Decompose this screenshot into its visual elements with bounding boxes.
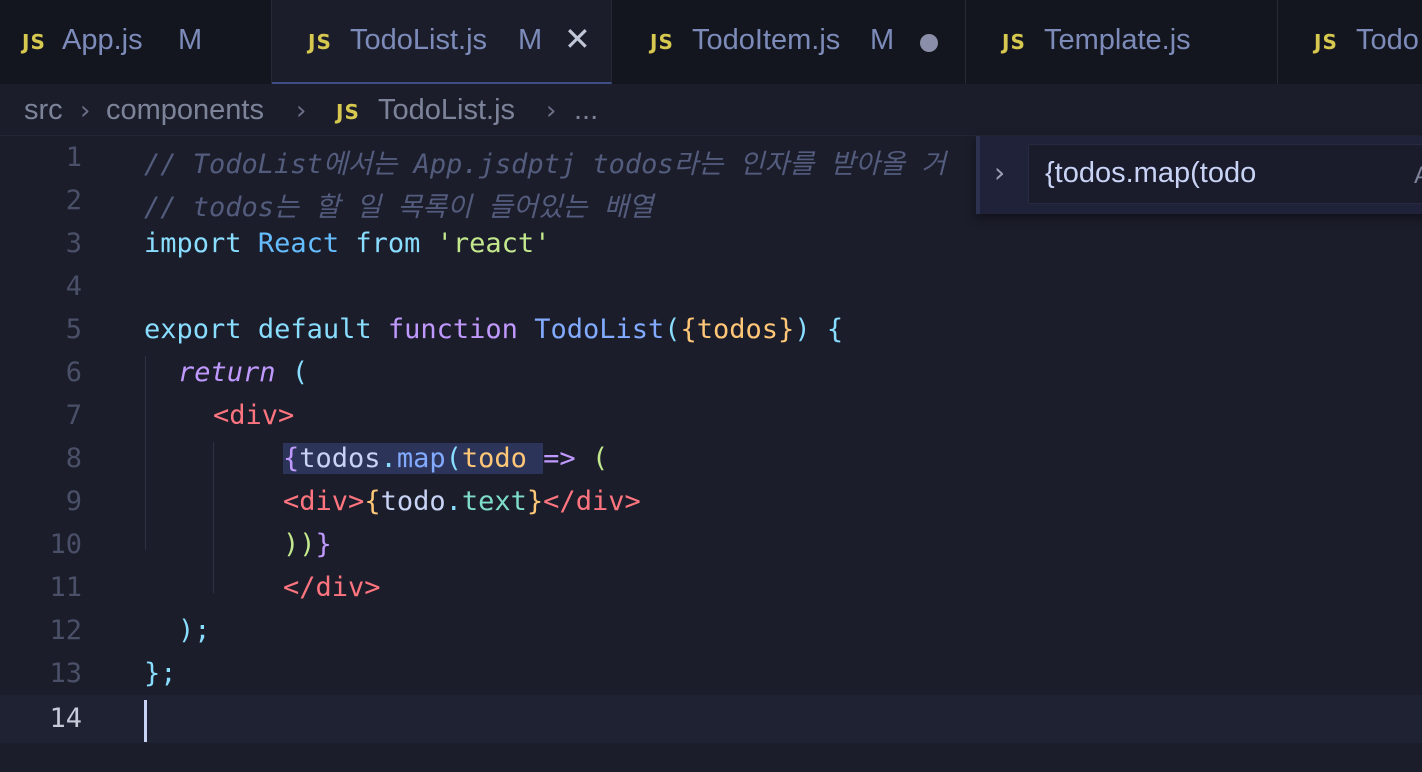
modified-indicator: M	[178, 24, 203, 56]
find-input[interactable]: {todos.map(todo	[1028, 144, 1422, 204]
code-line-8: 8 {todos.map(todo => (	[0, 437, 1422, 480]
find-widget: › {todos.map(todo A	[976, 136, 1422, 214]
code-line-10: 10 ))}	[0, 523, 1422, 566]
code-line-6: 6 return (	[0, 351, 1422, 394]
line-number: 2	[65, 185, 82, 216]
js-file-icon: JS	[650, 30, 674, 54]
code-content: );	[178, 615, 211, 646]
line-number: 12	[49, 615, 82, 646]
chevron-right-icon[interactable]: ›	[994, 156, 1005, 189]
line-number: 8	[65, 443, 82, 474]
line-number: 5	[65, 314, 82, 345]
modified-indicator: M	[518, 24, 543, 56]
tab-todolist-js[interactable]: JS TodoList.js M ✕	[272, 0, 612, 84]
match-case-option[interactable]: A	[1414, 162, 1422, 190]
tab-todoitem-js[interactable]: JS TodoItem.js M	[612, 0, 966, 84]
js-file-icon: JS	[1314, 30, 1338, 54]
chevron-right-icon: ›	[80, 96, 91, 126]
js-file-icon: JS	[1002, 30, 1026, 54]
code-content: <div>{todo.text}</div>	[283, 486, 641, 517]
tab-app-js[interactable]: JS App.js M	[0, 0, 272, 84]
line-number: 1	[65, 142, 82, 173]
code-line-7: 7 <div>	[0, 394, 1422, 437]
code-line-12: 12 );	[0, 609, 1422, 652]
unsaved-dot-icon[interactable]	[920, 34, 938, 52]
breadcrumb: src › components › JS TodoList.js › ...	[0, 84, 1422, 136]
js-file-icon: JS	[308, 30, 332, 54]
line-number: 10	[49, 529, 82, 560]
code-line-4: 4	[0, 265, 1422, 308]
code-line-13: 13 };	[0, 652, 1422, 695]
line-number: 14	[49, 703, 82, 734]
code-line-11: 11 </div>	[0, 566, 1422, 609]
js-file-icon: JS	[22, 30, 46, 54]
code-line-3: 3 import React from 'react'	[0, 222, 1422, 265]
chevron-right-icon: ›	[296, 96, 307, 126]
search-match-highlight: {todos.map(todo	[283, 443, 544, 474]
code-content: export default function TodoList({todos}…	[144, 314, 844, 345]
close-icon[interactable]: ✕	[564, 20, 591, 58]
js-file-icon: JS	[336, 100, 360, 124]
comment: // TodoList에서는 App.jsdptj todos라는 인자를 받아…	[144, 149, 946, 180]
comment: // todos는 할 일 목록이 들어있는 배열	[144, 192, 654, 223]
breadcrumb-components[interactable]: components	[106, 94, 264, 127]
breadcrumb-src[interactable]: src	[24, 94, 63, 127]
breadcrumb-more[interactable]: ...	[574, 94, 598, 127]
code-editor[interactable]: 1 // TodoList에서는 App.jsdptj todos라는 인자를 …	[0, 136, 1422, 772]
text-cursor	[144, 700, 147, 742]
tab-label: TodoList.js	[350, 24, 488, 56]
tab-template-js[interactable]: JS Template.js	[966, 0, 1278, 84]
tab-bar: JS App.js M JS TodoList.js M ✕ JS TodoIt…	[0, 0, 1422, 84]
tab-label: Todo	[1356, 24, 1419, 56]
code-content: ))}	[283, 529, 332, 560]
chevron-right-icon: ›	[546, 96, 557, 126]
code-content: </div>	[283, 572, 381, 603]
code-content: <div>	[213, 400, 295, 431]
tab-label: Template.js	[1044, 24, 1191, 56]
breadcrumb-file[interactable]: TodoList.js	[378, 94, 515, 127]
code-content: {todos.map(todo => (	[283, 443, 609, 474]
line-number: 9	[65, 486, 82, 517]
line-number: 7	[65, 400, 82, 431]
tab-todo-partial[interactable]: JS Todo	[1278, 0, 1422, 84]
line-number: 13	[49, 658, 82, 689]
code-line-5: 5 export default function TodoList({todo…	[0, 308, 1422, 351]
line-number: 3	[65, 228, 82, 259]
line-number: 6	[65, 357, 82, 388]
code-content: import React from 'react'	[144, 228, 551, 259]
code-content: return (	[178, 357, 309, 388]
tab-label: App.js	[62, 24, 143, 56]
line-number: 11	[49, 572, 82, 603]
code-line-9: 9 <div>{todo.text}</div>	[0, 480, 1422, 523]
code-content: };	[144, 658, 177, 689]
modified-indicator: M	[870, 24, 895, 56]
code-line-14: 14	[0, 695, 1422, 743]
line-number: 4	[65, 271, 82, 302]
tab-label: TodoItem.js	[692, 24, 841, 56]
